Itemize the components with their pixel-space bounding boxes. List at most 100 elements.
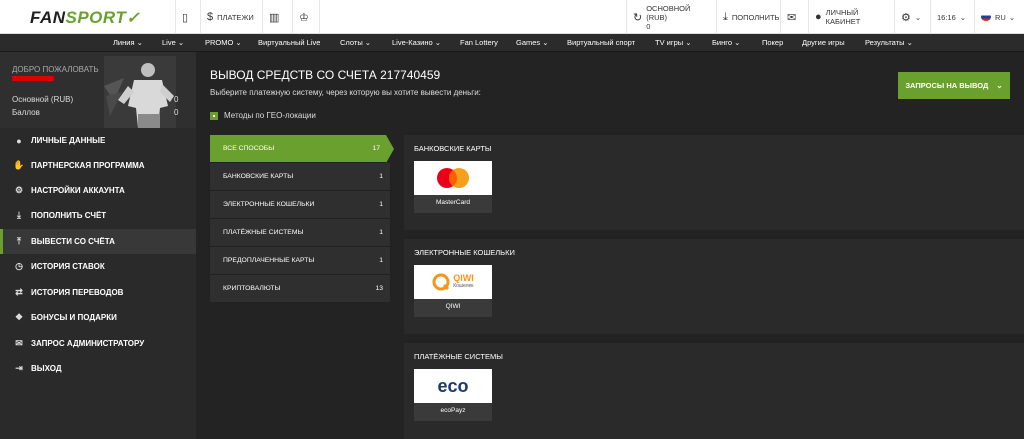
nav-item-slots[interactable]: Слоты ⌄ xyxy=(340,34,371,52)
mobile-app-button[interactable]: ▯ xyxy=(175,0,200,34)
logout-icon: ⇥ xyxy=(15,363,23,373)
chevron-down-icon: ⌄ xyxy=(914,12,922,22)
user-icon: ● xyxy=(16,135,22,146)
profile-panel: ДОБРО ПОЖАЛОВАТЬ Основной (RUB) 0 Баллов… xyxy=(0,52,196,128)
sidebar-item-deposit[interactable]: ⤓ ПОПОЛНИТЬ СЧЁТ xyxy=(0,203,196,228)
double-chevron-down-icon: ⌄ xyxy=(996,81,1003,90)
group-e-wallets: ЭЛЕКТРОННЫЕ КОШЕЛЬКИ QIWI Кошелек QIWI xyxy=(404,239,1024,334)
qiwi-logo: QIWI Кошелек xyxy=(414,265,492,299)
method-category-list: ВСЕ СПОСОБЫ 17 БАНКОВСКИЕ КАРТЫ 1 ЭЛЕКТРОН… xyxy=(210,135,394,303)
category-prepaid-cards[interactable]: ПРЕДОПЛАЧЕННЫЕ КАРТЫ 1 xyxy=(210,247,390,275)
sidebar-item-admin-request[interactable]: ✉ ЗАПРОС АДМИНИСТРАТОРУ xyxy=(0,331,196,356)
sidebar-item-bonuses[interactable]: ❖ БОНУСЫ И ПОДАРКИ xyxy=(0,305,196,330)
time-dropdown[interactable]: 16:16 ⌄ xyxy=(930,0,974,34)
refresh-icon[interactable]: ↻ xyxy=(633,11,642,24)
nav-item-other-games[interactable]: Другие игры xyxy=(802,34,845,52)
account-points-label: Баллов xyxy=(12,108,40,117)
sidebar-item-transfer-history[interactable]: ⇄ ИСТОРИЯ ПЕРЕВОДОВ xyxy=(0,280,196,305)
personal-cabinet-button[interactable]: ● ЛИЧНЫЙ КАБИНЕТ xyxy=(808,0,894,34)
method-name: ecoPayz xyxy=(440,407,466,414)
download-icon: ⤓ xyxy=(17,210,21,220)
username-redacted xyxy=(12,76,54,81)
envelope-icon: ✉ xyxy=(787,11,797,24)
bar-chart-icon: ▥ xyxy=(269,11,280,24)
nav-item-live[interactable]: Live ⌄ xyxy=(162,34,184,52)
transfer-icon: ⇄ xyxy=(15,287,23,297)
sidebar-item-logout[interactable]: ⇥ ВЫХОД xyxy=(0,356,196,381)
statistics-button[interactable]: ▥ xyxy=(262,0,292,34)
trophy-icon: ♔ xyxy=(299,11,309,24)
account-sidebar: ДОБРО ПОЖАЛОВАТЬ Основной (RUB) 0 Баллов… xyxy=(0,52,196,439)
chevron-down-icon: ⌄ xyxy=(959,12,967,22)
chevron-down-icon: ⌄ xyxy=(1008,12,1016,22)
welcome-text: ДОБРО ПОЖАЛОВАТЬ xyxy=(12,65,99,74)
method-name: QIWI xyxy=(445,303,461,310)
user-icon: ● xyxy=(815,11,822,23)
nav-item-live-casino[interactable]: Live-Казино ⌄ xyxy=(392,34,441,52)
category-crypto[interactable]: КРИПТОВАЛЮТЫ 13 xyxy=(210,275,390,303)
nav-item-line[interactable]: Линия ⌄ xyxy=(113,34,143,52)
payments-button[interactable]: $ ПЛАТЕЖИ xyxy=(200,0,262,34)
nav-item-promo[interactable]: PROMO ⌄ xyxy=(205,34,242,52)
withdraw-content: ВЫВОД СРЕДСТВ СО СЧЕТА 217740459 Выберит… xyxy=(196,52,1024,439)
checkbox-checked-icon xyxy=(210,111,218,120)
category-e-wallets[interactable]: ЭЛЕКТРОННЫЕ КОШЕЛЬКИ 1 xyxy=(210,191,390,219)
sidebar-item-bet-history[interactable]: ◷ ИСТОРИЯ СТАВОК xyxy=(0,254,196,279)
mastercard-circles-icon xyxy=(437,168,469,188)
balance-widget[interactable]: ↻ ОСНОВНОЙ (RUB) 0 xyxy=(626,0,716,34)
method-name: MasterCard xyxy=(436,199,470,206)
nav-item-virtual-live[interactable]: Виртуальный Live xyxy=(258,34,320,52)
settings-dropdown[interactable]: ⚙ ⌄ xyxy=(894,0,930,34)
logo-check-icon: ✓ xyxy=(126,10,141,27)
withdraw-requests-button[interactable]: ЗАПРОСЫ НА ВЫВОД ⌄ xyxy=(898,72,1010,99)
messages-button[interactable]: ✉ xyxy=(780,0,808,34)
geo-methods-checkbox[interactable]: Методы по ГЕО-локации xyxy=(210,111,316,120)
group-bank-cards: БАНКОВСКИЕ КАРТЫ MasterCard xyxy=(404,135,1024,230)
sidebar-item-account-settings[interactable]: ⚙ НАСТРОЙКИ АККАУНТА xyxy=(0,178,196,203)
group-title: ЭЛЕКТРОННЫЕ КОШЕЛЬКИ xyxy=(414,248,515,257)
page-subtitle: Выберите платежную систему, через котору… xyxy=(210,88,481,97)
nav-item-tv-games[interactable]: TV игры ⌄ xyxy=(655,34,692,52)
group-payment-systems: ПЛАТЁЖНЫЕ СИСТЕМЫ eco ecoPayz xyxy=(404,343,1024,439)
avatar xyxy=(104,56,176,128)
nav-item-poker[interactable]: Покер xyxy=(762,34,783,52)
top-header: FANSPORT✓ ▯ $ ПЛАТЕЖИ ▥ ♔ ↻ ОСНОВНОЙ (RUB)… xyxy=(0,0,1024,34)
clock-icon: ◷ xyxy=(15,261,23,271)
main-nav: Линия ⌄ Live ⌄ PROMO ⌄ Виртуальный Live … xyxy=(0,34,1024,52)
mastercard-logo xyxy=(414,161,492,195)
trophy-button[interactable]: ♔ xyxy=(292,0,320,34)
method-card-mastercard[interactable]: MasterCard xyxy=(414,161,492,213)
nav-item-virtual-sport[interactable]: Виртуальный спорт xyxy=(567,34,635,52)
sidebar-item-withdraw[interactable]: ⤒ ВЫВЕСТИ СО СЧЁТА xyxy=(0,229,196,254)
download-icon: ⤓ xyxy=(723,10,728,23)
nav-item-results[interactable]: Результаты ⌄ xyxy=(865,34,913,52)
language-dropdown[interactable]: RU ⌄ xyxy=(974,0,1024,34)
nav-item-games[interactable]: Games ⌄ xyxy=(516,34,549,52)
deposit-button[interactable]: ⤓ ПОПОЛНИТЬ xyxy=(716,0,780,34)
russia-flag-icon xyxy=(981,13,991,21)
gift-icon: ❖ xyxy=(14,312,24,322)
category-payment-systems[interactable]: ПЛАТЁЖНЫЕ СИСТЕМЫ 1 xyxy=(210,219,390,247)
account-points-value: 0 xyxy=(174,108,179,117)
site-logo[interactable]: FANSPORT✓ xyxy=(30,8,140,28)
category-bank-cards[interactable]: БАНКОВСКИЕ КАРТЫ 1 xyxy=(210,163,390,191)
category-all[interactable]: ВСЕ СПОСОБЫ 17 xyxy=(210,135,394,163)
ecopayz-logo: eco xyxy=(414,369,492,403)
page-title: ВЫВОД СРЕДСТВ СО СЧЕТА 217740459 xyxy=(210,68,441,82)
sidebar-item-partner-program[interactable]: ✋ ПАРТНЕРСКАЯ ПРОГРАММА xyxy=(0,153,196,178)
upload-icon: ⤒ xyxy=(17,236,21,246)
dollar-icon: $ xyxy=(207,11,214,23)
handshake-icon: ✋ xyxy=(13,160,25,170)
gear-icon: ⚙ xyxy=(901,11,911,24)
qiwi-circle-icon xyxy=(432,273,450,291)
nav-item-bingo[interactable]: Бинго ⌄ xyxy=(712,34,740,52)
account-main-value: 0 xyxy=(174,95,179,104)
method-card-ecopayz[interactable]: eco ecoPayz xyxy=(414,369,492,421)
nav-item-fan-lottery[interactable]: Fan Lottery xyxy=(460,34,498,52)
sidebar-item-personal-data[interactable]: ● ЛИЧНЫЕ ДАННЫЕ xyxy=(0,128,196,153)
phone-icon: ▯ xyxy=(182,11,189,24)
account-main-label: Основной (RUB) xyxy=(12,95,74,104)
gear-icon: ⚙ xyxy=(14,185,24,195)
method-card-qiwi[interactable]: QIWI Кошелек QIWI xyxy=(414,265,492,317)
group-title: ПЛАТЁЖНЫЕ СИСТЕМЫ xyxy=(414,352,503,361)
